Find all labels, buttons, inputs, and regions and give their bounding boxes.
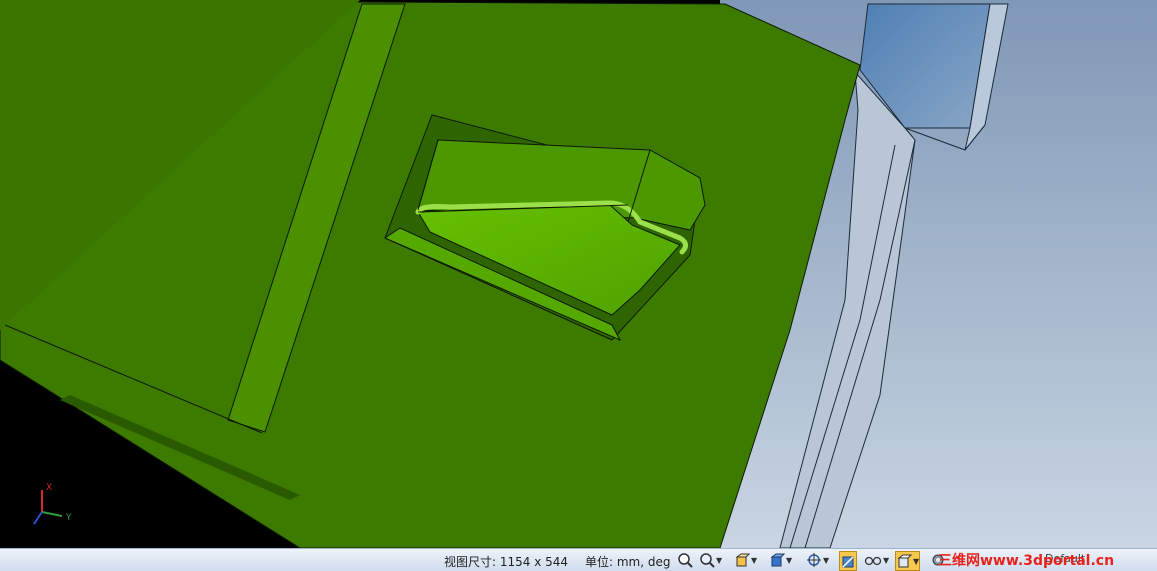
view-size-label: 视图尺寸: 1154 x 544	[444, 555, 569, 569]
zoom-area-button[interactable]: ▼	[699, 551, 722, 569]
display-style-icon	[770, 553, 785, 567]
status-bar: 视图尺寸: 1154 x 544 单位: mm, deg ▼ ▼ ▼ ▼ ▼ ▼…	[0, 548, 1157, 571]
shaded-cube-button[interactable]: ▼	[895, 551, 921, 571]
x-axis-line	[33, 511, 43, 525]
chevron-down-icon[interactable]: ▼	[751, 556, 757, 565]
y-axis-line	[41, 511, 63, 517]
3d-viewport[interactable]: X Y	[0, 0, 1157, 548]
view-orientation-button[interactable]: ▼	[734, 551, 757, 569]
zoom-button[interactable]	[677, 551, 693, 569]
rotate-center-button[interactable]: ▼	[806, 551, 829, 569]
shaded-cube-icon	[897, 554, 912, 568]
glasses-icon	[864, 556, 882, 566]
chevron-down-icon[interactable]: ▼	[883, 556, 889, 565]
display-style-button[interactable]: ▼	[769, 551, 792, 569]
zoom-area-icon	[700, 553, 715, 568]
zoom-icon	[678, 553, 693, 568]
glasses-button[interactable]: ▼	[864, 551, 889, 569]
chevron-down-icon[interactable]: ▼	[786, 556, 792, 565]
triad-y-label: Y	[65, 513, 72, 523]
view-orientation-icon	[735, 553, 750, 567]
model-scene	[0, 0, 1157, 548]
watermark-text: 三维网www.3dportal.cn	[938, 553, 1115, 569]
chevron-down-icon[interactable]: ▼	[913, 557, 919, 566]
triad-x-label: X	[46, 483, 52, 493]
section-view-button[interactable]	[839, 551, 857, 571]
section-view-icon	[842, 556, 854, 568]
rotate-center-icon	[807, 553, 821, 567]
units-label: 单位: mm, deg	[585, 555, 671, 569]
chevron-down-icon[interactable]: ▼	[716, 556, 722, 565]
chevron-down-icon[interactable]: ▼	[823, 556, 829, 565]
coordinate-triad: X Y	[33, 483, 72, 525]
